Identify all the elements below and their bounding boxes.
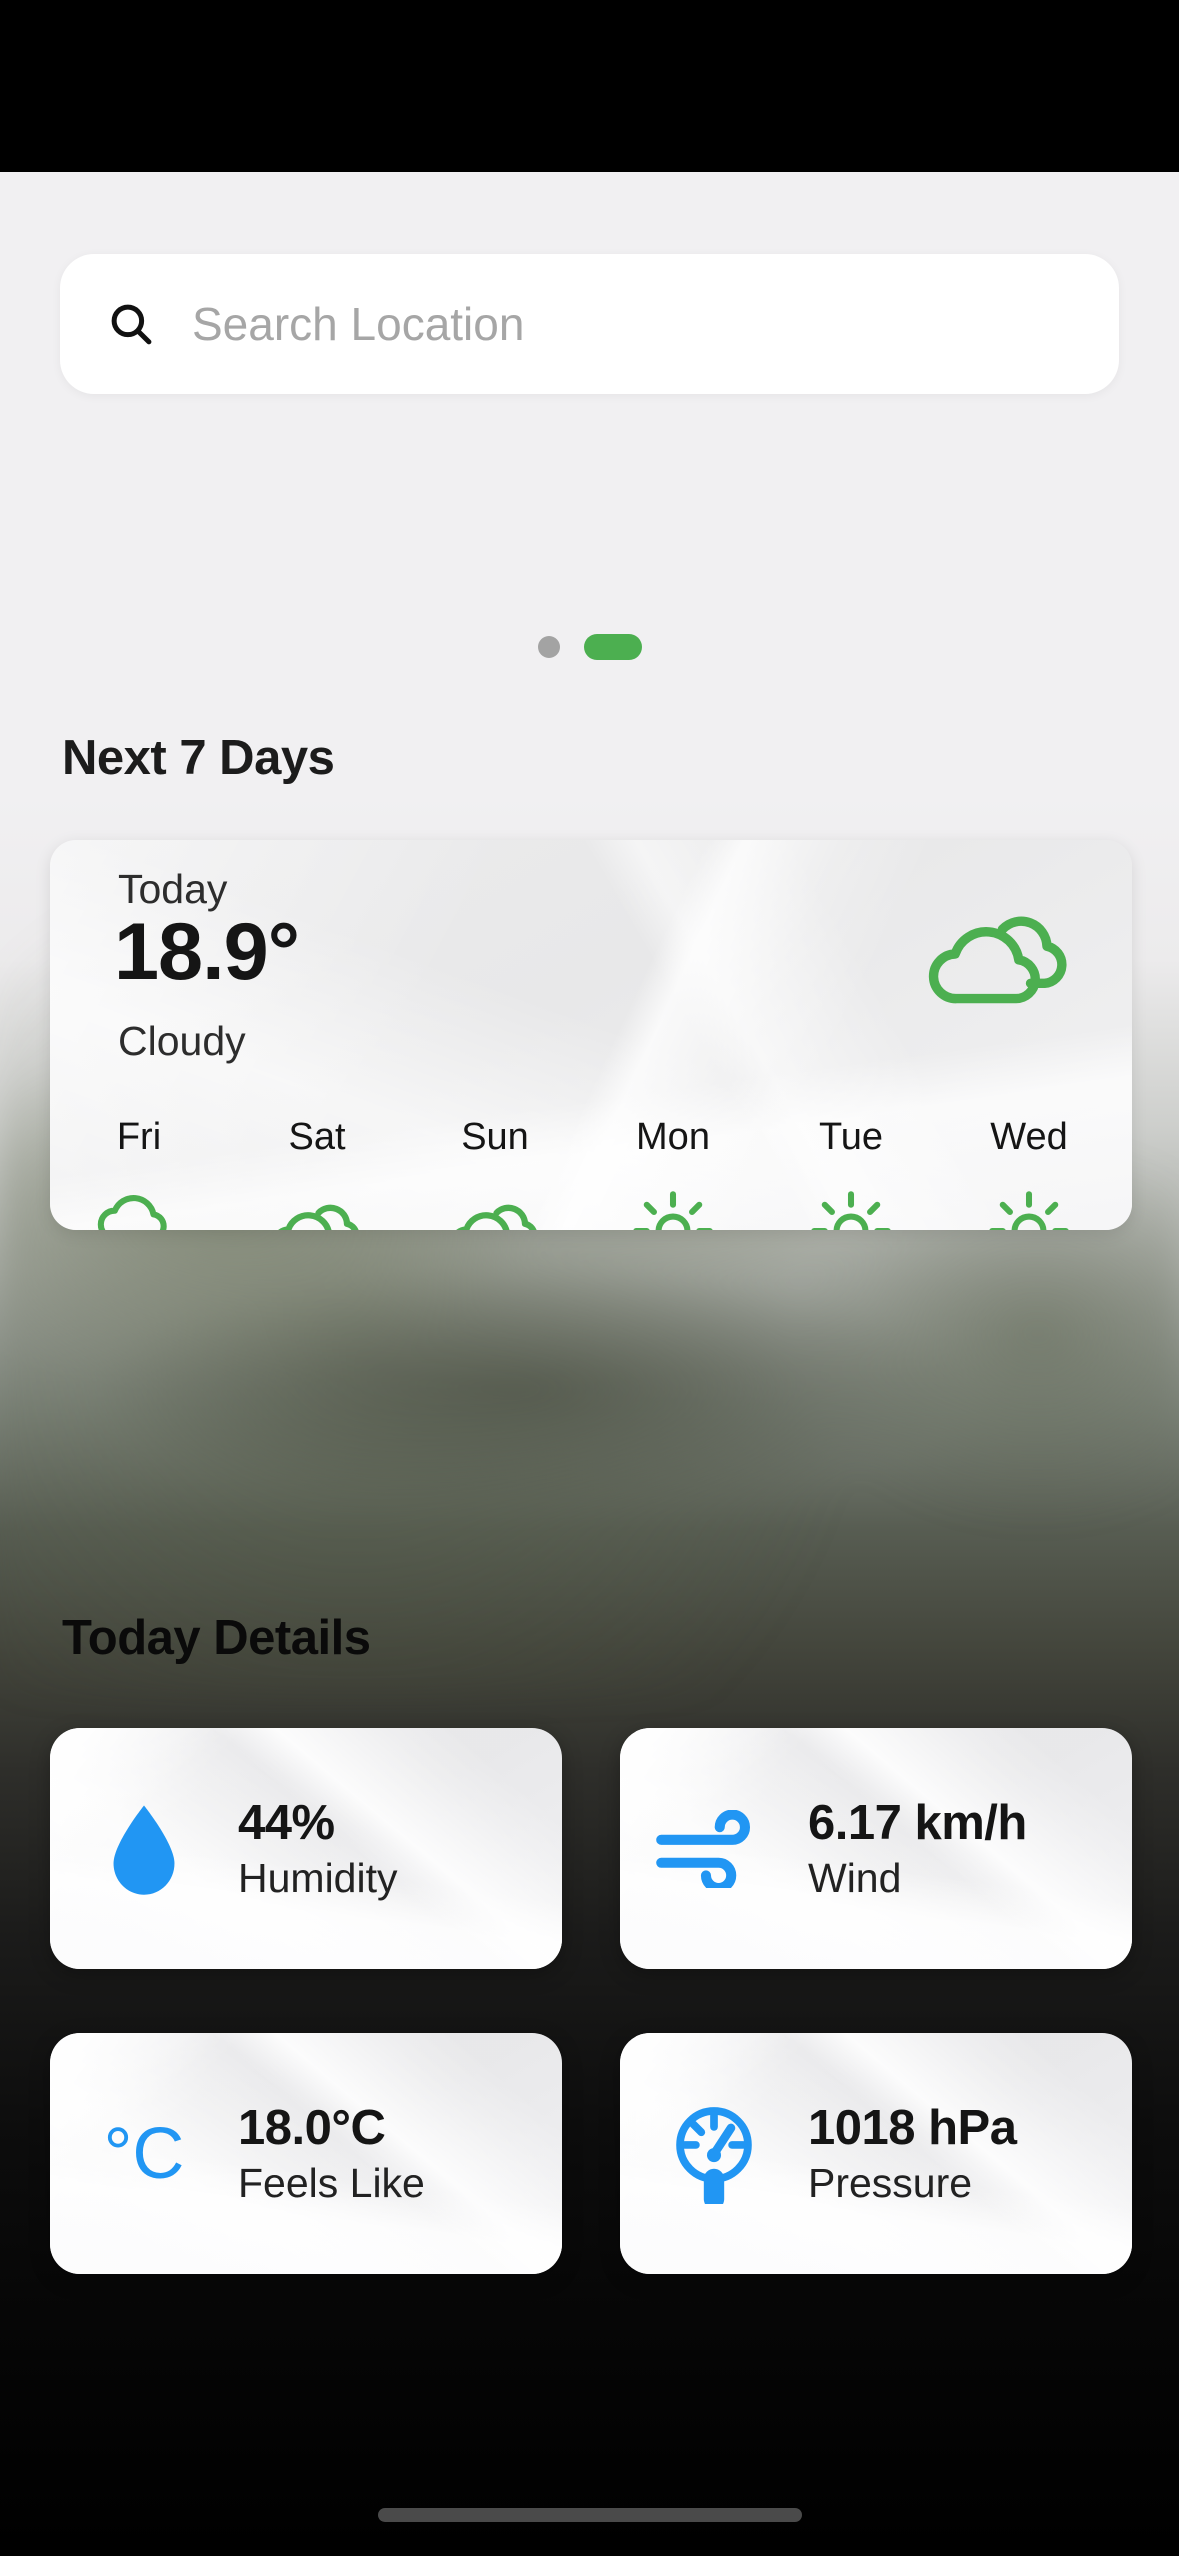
detail-card-humidity[interactable]: 44% Humidity (50, 1728, 562, 1969)
detail-value: 1018 hPa (808, 2101, 1017, 2155)
celsius-icon: °C (50, 2118, 238, 2190)
gauge-icon (620, 2104, 808, 2204)
page-indicator[interactable] (0, 634, 1179, 660)
forecast-day[interactable]: Wed (940, 1116, 1118, 1230)
day-name: Mon (636, 1116, 710, 1158)
detail-card-wind[interactable]: 6.17 km/h Wind (620, 1728, 1132, 1969)
search-input[interactable] (192, 297, 1079, 351)
sun-icon (940, 1185, 1118, 1230)
day-name: Tue (818, 1116, 884, 1158)
search-bar[interactable] (60, 254, 1119, 394)
detail-value: 44% (238, 1796, 335, 1850)
detail-value: 18.0°C (238, 2101, 386, 2155)
today-condition: Cloudy (118, 1018, 246, 1064)
home-indicator[interactable] (377, 2508, 802, 2522)
phone-screen: Next 7 Days Today 18.9° Cloudy Fri (0, 0, 1179, 2556)
clouds-icon (228, 1185, 406, 1230)
today-temperature: 18.9° (114, 907, 300, 997)
day-name: Wed (990, 1116, 1068, 1158)
clouds-icon (406, 1185, 584, 1230)
weather-app: Next 7 Days Today 18.9° Cloudy Fri (0, 172, 1179, 2556)
detail-label: Humidity (238, 1855, 398, 1901)
detail-card-feels-like[interactable]: °C 18.0°C Feels Like (50, 2033, 562, 2274)
day-name: Sun (461, 1116, 529, 1158)
detail-text: 1018 hPa Pressure (808, 2100, 1017, 2207)
wind-icon (620, 1809, 808, 1888)
detail-value: 6.17 km/h (808, 1796, 1027, 1850)
detail-label: Pressure (808, 2160, 973, 2206)
forecast-card[interactable]: Today 18.9° Cloudy Fri Sat Sun Mon Tue W… (50, 840, 1132, 1230)
page-title-today-details: Today Details (62, 1611, 371, 1665)
weekly-forecast-list: Fri Rain (50, 1116, 1132, 1230)
sun-icon (584, 1185, 762, 1230)
celsius-glyph: °C (103, 2113, 185, 2194)
detail-text: 44% Humidity (238, 1795, 397, 1902)
forecast-day[interactable]: Fri Rain (50, 1116, 228, 1230)
clouds-icon (928, 916, 1067, 1004)
detail-text: 6.17 km/h Wind (808, 1795, 1027, 1902)
detail-card-pressure[interactable]: 1018 hPa Pressure (620, 2033, 1132, 2274)
search-icon (111, 304, 152, 345)
status-bar (0, 0, 1179, 172)
detail-label: Wind (808, 1855, 902, 1901)
day-name: Sat (288, 1116, 346, 1158)
forecast-day[interactable]: Sun Clouds (406, 1116, 584, 1230)
detail-text: 18.0°C Feels Like (238, 2100, 425, 2207)
page-dot-2-active[interactable] (583, 634, 642, 660)
water-drop-icon (50, 1801, 238, 1897)
day-name: Fri (116, 1116, 162, 1158)
detail-label: Feels Like (238, 2160, 425, 2206)
rain-icon (50, 1185, 228, 1230)
forecast-day[interactable]: Sat Clouds (228, 1116, 406, 1230)
sun-icon (762, 1185, 940, 1230)
forecast-day[interactable]: Tue (762, 1116, 940, 1230)
page-title-next-7-days: Next 7 Days (62, 731, 335, 785)
page-dot-1[interactable] (537, 636, 560, 658)
forecast-day[interactable]: Mon (584, 1116, 762, 1230)
